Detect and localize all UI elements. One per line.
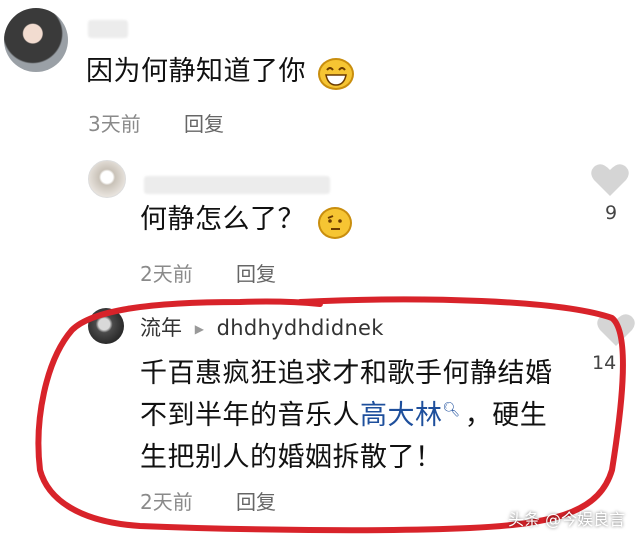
author-name[interactable]: 流年: [140, 316, 182, 340]
thinking-emoji-icon: [318, 207, 352, 239]
avatar[interactable]: [88, 308, 124, 344]
username-blurred[interactable]: [144, 176, 330, 194]
search-icon[interactable]: 🔍︎: [443, 402, 461, 418]
like-count: 9: [605, 202, 618, 224]
comment-time: 2天前: [140, 262, 193, 286]
reply-arrow-icon: ▶: [194, 322, 204, 336]
reply-to-name[interactable]: dhdhydhdidnek: [217, 316, 384, 340]
reply-button[interactable]: 回复: [236, 258, 276, 287]
comment-text: 何静怎么了？: [140, 204, 305, 235]
comment-time: 2天前: [140, 490, 193, 514]
avatar[interactable]: [4, 8, 68, 72]
comment-text-line-3: 生把别人的婚姻拆散了！: [140, 442, 443, 473]
reply-button[interactable]: 回复: [236, 486, 276, 515]
mention-link[interactable]: 高大林: [360, 400, 443, 431]
reply-button[interactable]: 回复: [184, 108, 224, 137]
like-count: 14: [592, 352, 617, 374]
watermark: 头条 @今娱良言: [508, 510, 626, 529]
comment-text-segment: ，硬生: [464, 400, 548, 431]
avatar[interactable]: [88, 160, 126, 198]
heart-icon[interactable]: [596, 312, 636, 348]
comment-text-segment: 不到半年的音乐人: [140, 400, 360, 431]
grin-emoji-icon: [318, 58, 354, 90]
comment-text: 因为何静知道了你: [86, 56, 306, 87]
username-blurred[interactable]: [88, 20, 128, 38]
heart-icon[interactable]: [590, 162, 630, 198]
comment-text-line-1: 千百惠疯狂追求才和歌手何静结婚: [140, 358, 553, 389]
comment-time: 3天前: [88, 112, 141, 136]
comment-text-line-2: 不到半年的音乐人高大林🔍︎ ，硬生: [140, 396, 547, 440]
